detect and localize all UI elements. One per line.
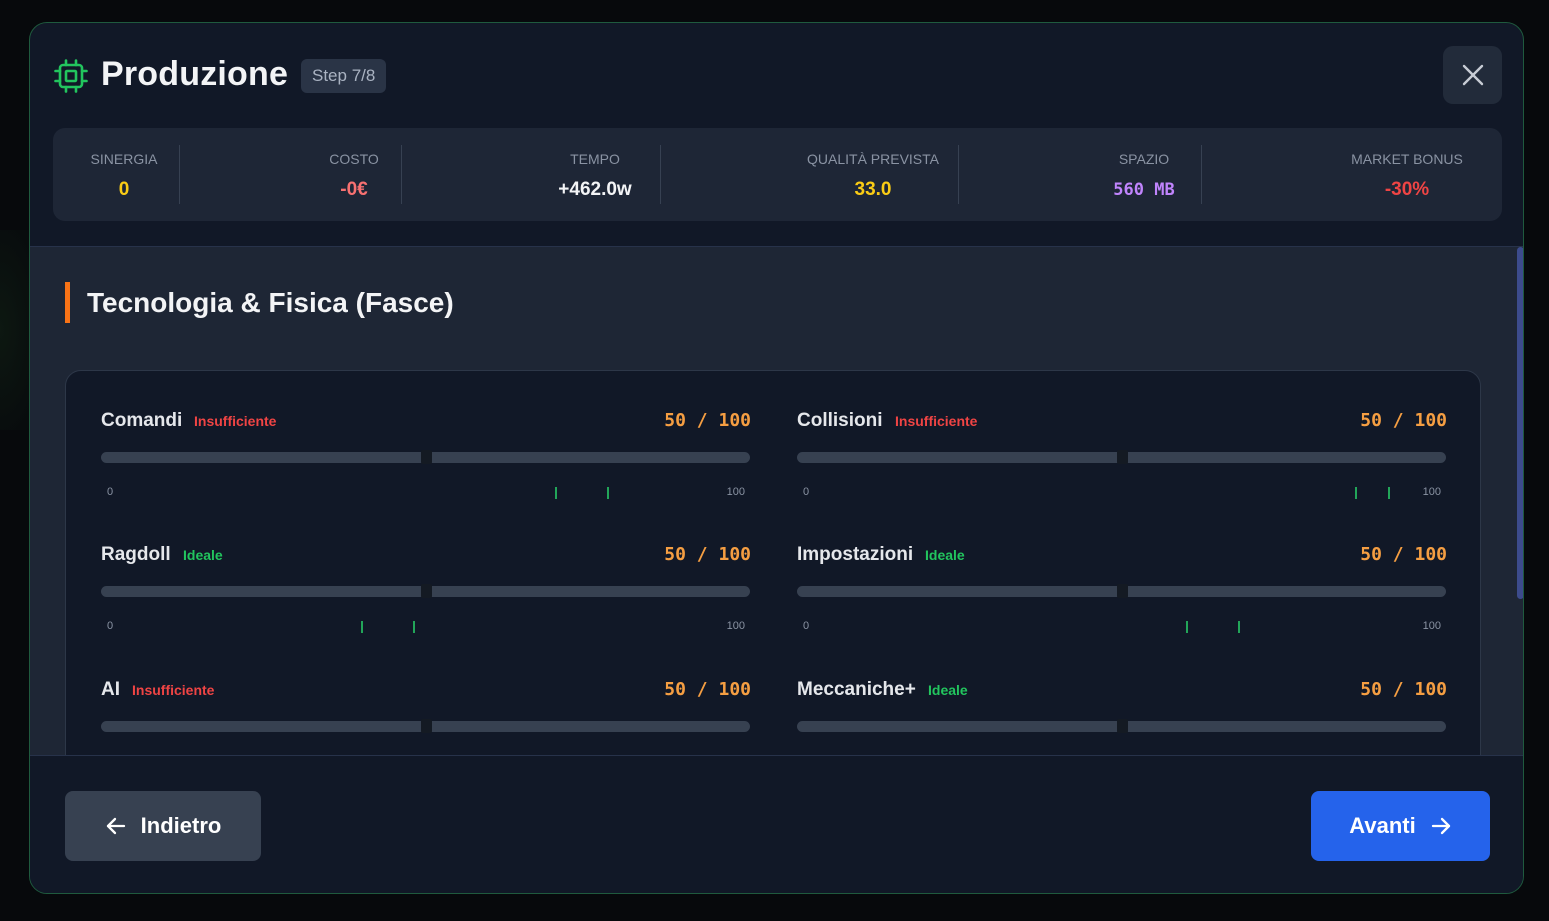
slider-thumb[interactable] [420, 584, 432, 598]
stat-label: SPAZIO [1118, 151, 1170, 167]
param-value: 50 / 100 [664, 544, 751, 565]
param-ai: AI Insufficiente 50 / 100 [101, 679, 751, 755]
slider-max-label: 100 [1422, 486, 1441, 498]
stat-label: MARKET BONUS [1351, 151, 1463, 167]
modal-header: Produzione Step 7/8 SINERGIA 0 COSTO -0€ [30, 23, 1523, 247]
slider-min-label: 0 [803, 620, 810, 632]
modal-footer: Indietro Avanti [30, 755, 1523, 893]
param-value: 50 / 100 [664, 410, 751, 431]
ideal-range-start-marker [555, 487, 558, 499]
param-value: 50 / 100 [664, 679, 751, 700]
next-button[interactable]: Avanti [1311, 791, 1490, 861]
param-name: Collisioni [797, 410, 883, 431]
back-button[interactable]: Indietro [65, 791, 261, 861]
ideal-range-start-marker [360, 621, 363, 633]
slider-min-label: 0 [803, 486, 810, 498]
param-status: Ideale [925, 547, 965, 563]
param-ragdoll: Ragdoll Ideale 50 / 100 0 100 [101, 544, 751, 654]
stat-divider [1201, 145, 1202, 204]
param-meccaniche: Meccaniche+ Ideale 50 / 100 [797, 679, 1447, 755]
param-name: AI [101, 679, 120, 700]
close-icon [1462, 64, 1483, 86]
stat-value: -30% [1384, 179, 1430, 200]
stat-value: +462.0w [558, 179, 632, 200]
params-card: Comandi Insufficiente 50 / 100 0 100 Col… [65, 370, 1481, 755]
stat-divider [179, 145, 180, 204]
stat-label: COSTO [329, 151, 379, 167]
next-button-label: Avanti [1349, 813, 1416, 838]
param-value: 50 / 100 [1360, 410, 1447, 431]
modal-body: Tecnologia & Fisica (Fasce) Comandi Insu… [30, 247, 1523, 755]
slider-min-label: 0 [107, 620, 114, 632]
section-title: Tecnologia & Fisica (Fasce) [87, 287, 454, 318]
arrow-left-icon [106, 817, 125, 835]
section-accent [65, 282, 70, 323]
stat-value: -0€ [340, 179, 368, 200]
production-modal: Produzione Step 7/8 SINERGIA 0 COSTO -0€ [29, 22, 1524, 894]
stat-divider [401, 145, 402, 204]
close-button[interactable] [1443, 46, 1502, 104]
param-comandi: Comandi Insufficiente 50 / 100 0 100 [101, 410, 751, 520]
stat-divider [958, 145, 959, 204]
scrollbar-thumb[interactable] [1517, 247, 1523, 599]
stat-value: 33.0 [854, 179, 892, 200]
slider-thumb[interactable] [420, 450, 432, 464]
ideal-range-start-marker [1186, 621, 1189, 633]
slider-thumb[interactable] [1116, 584, 1128, 598]
param-name: Ragdoll [101, 544, 171, 565]
arrow-right-icon [1431, 817, 1450, 835]
stat-value: 0 [118, 179, 130, 200]
param-impostazioni: Impostazioni Ideale 50 / 100 0 100 [797, 544, 1447, 654]
stat-label: SINERGIA [90, 151, 158, 167]
stat-label: TEMPO [570, 151, 620, 167]
slider-min-label: 0 [107, 486, 114, 498]
param-status: Ideale [928, 682, 968, 698]
chip-icon [54, 59, 88, 93]
ideal-range-end-marker [1238, 621, 1241, 633]
modal-title: Produzione [101, 55, 289, 93]
slider-max-label: 100 [1422, 620, 1441, 632]
param-status: Ideale [183, 547, 223, 563]
stat-value: 560 MB [1113, 180, 1175, 200]
param-name: Impostazioni [797, 544, 914, 565]
param-status: Insufficiente [132, 682, 215, 698]
stat-label: QUALITÀ PREVISTA [807, 151, 939, 167]
ideal-range-end-marker [607, 487, 610, 499]
slider-thumb[interactable] [420, 719, 432, 733]
param-status: Insufficiente [895, 413, 978, 429]
param-value: 50 / 100 [1360, 544, 1447, 565]
back-button-label: Indietro [140, 813, 222, 838]
step-badge: Step 7/8 [301, 59, 387, 93]
slider-max-label: 100 [726, 620, 745, 632]
param-status: Insufficiente [194, 413, 277, 429]
param-name: Meccaniche+ [797, 679, 916, 700]
stat-divider [660, 145, 661, 204]
param-collisioni: Collisioni Insufficiente 50 / 100 0 100 [797, 410, 1447, 520]
ideal-range-end-marker [412, 621, 415, 633]
param-value: 50 / 100 [1360, 679, 1447, 700]
slider-thumb[interactable] [1116, 719, 1128, 733]
param-name: Comandi [101, 410, 183, 431]
slider-thumb[interactable] [1116, 450, 1128, 464]
ideal-range-start-marker [1355, 487, 1358, 499]
slider-max-label: 100 [726, 486, 745, 498]
ideal-range-end-marker [1387, 487, 1390, 499]
stats-bar: SINERGIA 0 COSTO -0€ TEMPO +462.0w QUALI… [53, 128, 1502, 221]
